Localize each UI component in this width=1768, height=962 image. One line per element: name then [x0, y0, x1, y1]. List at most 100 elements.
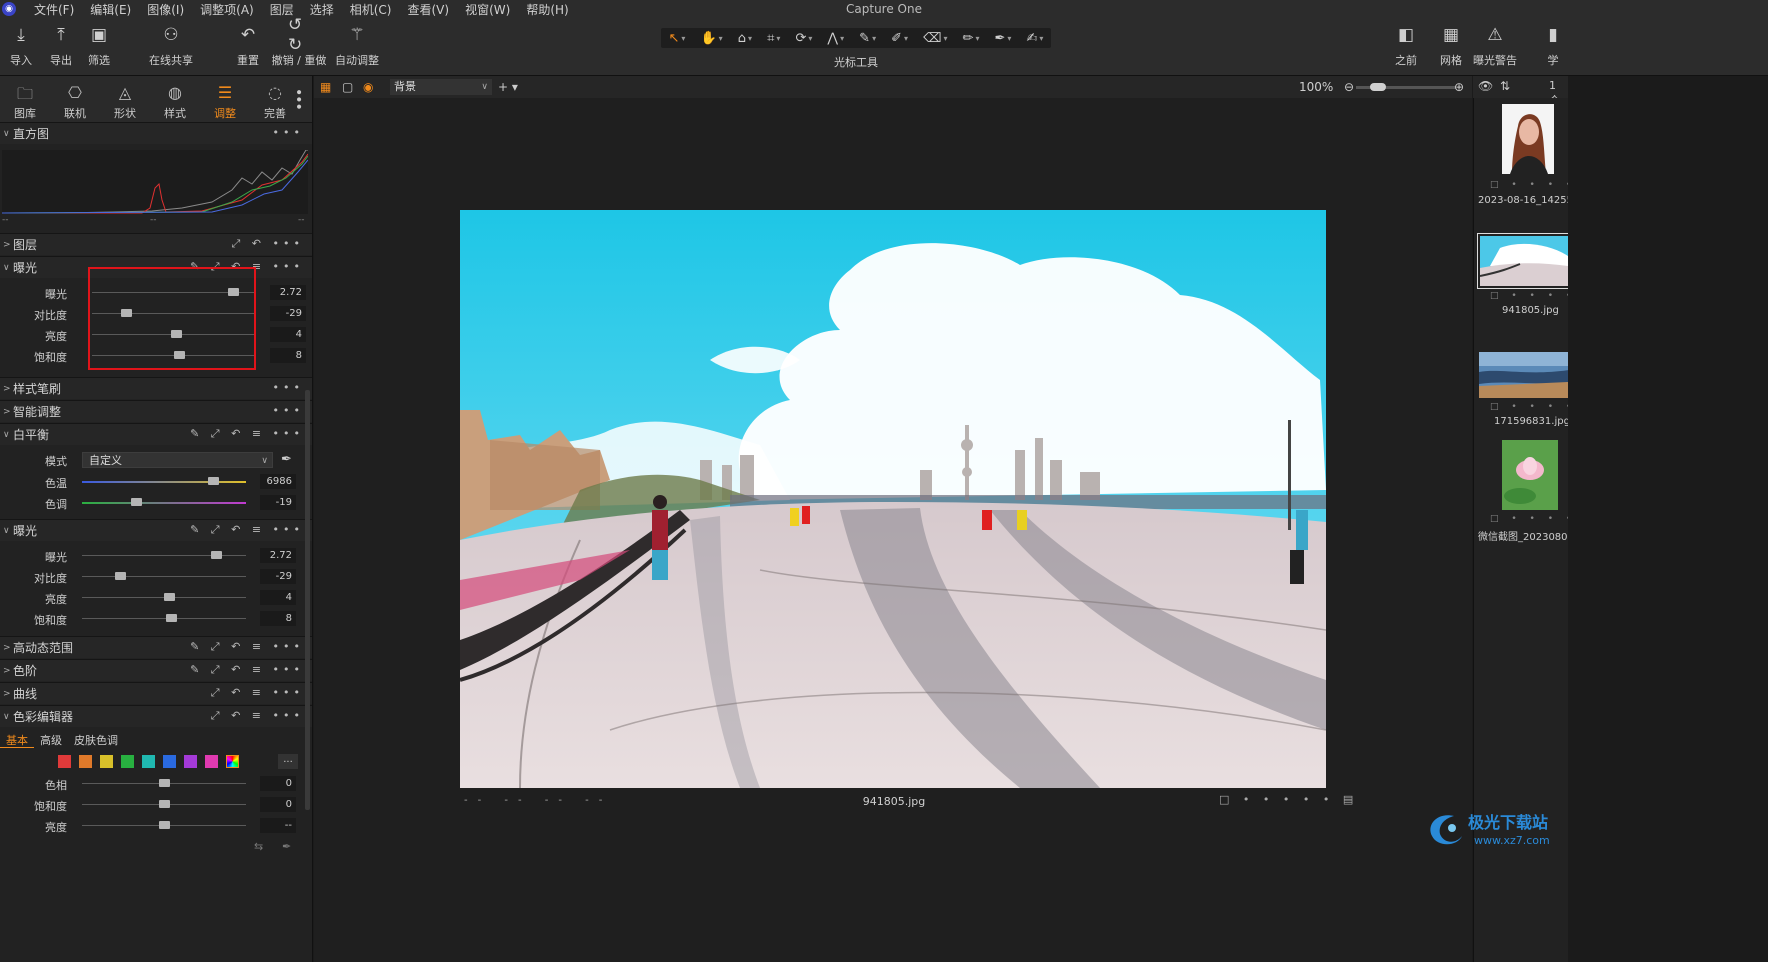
wb-actions-icon[interactable]: ✎ ⤢ ↶ ≡ ••• [190, 427, 304, 441]
tab-tethered[interactable]: ⎔ 联机 [50, 76, 100, 122]
slider-track[interactable] [92, 313, 254, 314]
slider-knob[interactable] [159, 800, 170, 808]
keystone-icon[interactable]: ⋀ ▾ [827, 31, 844, 46]
tab-styles[interactable]: ◍ 样式 [150, 76, 200, 122]
eyedropper-icon[interactable]: ✒ [281, 452, 292, 467]
color-picker-icon[interactable]: ✒ ▾ [995, 31, 1012, 46]
section-white-balance[interactable]: ∨ 白平衡 ✎ ⤢ ↶ ≡ ••• [0, 423, 312, 445]
slider-value-input[interactable]: 8 [260, 611, 296, 626]
slider-value-input[interactable]: -- [260, 818, 296, 833]
section-exposure-bottom[interactable]: ∨ 曝光 ✎ ⤢ ↶ ≡ ••• [0, 519, 312, 541]
before-button[interactable]: ◧ 之前 [1383, 24, 1429, 68]
tab-adjust[interactable]: ☰ 调整 [200, 76, 250, 122]
panel-scrollbar[interactable] [305, 390, 310, 810]
zoom-slider-knob[interactable] [1370, 83, 1386, 91]
viewer-rating[interactable]: □ • • • • • ▤ [1219, 793, 1358, 806]
slider-knob[interactable] [159, 779, 170, 787]
add-layer-icon[interactable]: + ▾ [498, 80, 518, 94]
reset-button[interactable]: ↶ 重置 [225, 24, 271, 68]
color-swatch[interactable] [58, 755, 71, 768]
color-swatch[interactable] [121, 755, 134, 768]
slider-knob[interactable] [131, 498, 143, 506]
eye-icon[interactable]: 👁 [1478, 79, 1493, 93]
filter-button[interactable]: ▣ 筛选 [76, 24, 122, 68]
section-hdr[interactable]: > 高动态范围 ✎ ⤢ ↶ ≡ ••• [0, 636, 312, 658]
eye-view-icon[interactable]: ◉ [363, 80, 373, 94]
menu-adjustments[interactable]: 调整项(A) [192, 1, 262, 18]
slider-value-input[interactable]: 4 [260, 590, 296, 605]
slider-knob[interactable] [171, 330, 183, 338]
section-color-editor[interactable]: ∨ 色彩编辑器 ⤢ ↶ ≡ ••• [0, 705, 312, 727]
curve-actions-icon[interactable]: ⤢ ↶ ≡ ••• [211, 686, 304, 700]
annotate-icon[interactable]: ✍ ▾ [1026, 31, 1043, 46]
color-swatch[interactable] [79, 755, 92, 768]
loupe-icon[interactable]: ⌂ ▾ [738, 31, 752, 46]
slider-knob[interactable] [208, 477, 220, 485]
share-button[interactable]: ⚇ 在线共享 [148, 24, 194, 68]
slider-track[interactable] [92, 355, 254, 356]
tab-advanced[interactable]: 高级 [34, 730, 68, 748]
menu-camera[interactable]: 相机(C) [342, 1, 400, 18]
slider-value-input[interactable]: -29 [260, 569, 296, 584]
learn-button[interactable]: ▮ 学 [1538, 24, 1568, 68]
brush-icon[interactable]: ✐ ▾ [891, 31, 908, 46]
tab-skin-tone[interactable]: 皮肤色调 [68, 730, 124, 748]
menu-image[interactable]: 图像(I) [139, 1, 192, 18]
slider-value-input[interactable]: 0 [260, 776, 296, 791]
tab-lens[interactable]: ◬ 形状 [100, 76, 150, 122]
layers-actions-icon[interactable]: ⤢ ↶ ••• [232, 237, 304, 251]
levels-actions-icon[interactable]: ✎ ⤢ ↶ ≡ ••• [190, 663, 304, 677]
grid-view-icon[interactable]: ▦ [320, 80, 331, 94]
slider-knob[interactable] [165, 614, 177, 622]
section-levels[interactable]: > 色阶 ✎ ⤢ ↶ ≡ ••• [0, 659, 312, 681]
slider-value-input[interactable]: 4 [270, 327, 306, 342]
menu-window[interactable]: 视窗(W) [457, 1, 518, 18]
section-histogram[interactable]: ∨ 直方图 ••• [0, 122, 312, 144]
image-viewer[interactable]: -- -- -- -- 941805.jpg □ • • • • • ▤ [314, 98, 1472, 962]
sort-icon[interactable]: ⇅ [1500, 79, 1510, 93]
slider-knob[interactable] [227, 288, 239, 296]
slider-knob[interactable] [159, 821, 170, 829]
slider-track[interactable] [82, 481, 246, 483]
wb-mode-select[interactable]: 自定义 ∨ [82, 452, 273, 468]
slider-knob[interactable] [163, 593, 175, 601]
tab-basic[interactable]: 基本 [0, 730, 34, 748]
rotate-icon[interactable]: ⟳ ▾ [795, 31, 812, 46]
menu-edit[interactable]: 编辑(E) [82, 1, 139, 18]
spot-remove-icon[interactable]: ✎ ▾ [859, 31, 876, 46]
section-curve[interactable]: > 曲线 ⤢ ↶ ≡ ••• [0, 682, 312, 704]
tab-library[interactable]: 🗀 图库 [0, 76, 50, 122]
color-swatch[interactable] [100, 755, 113, 768]
gradient-mask-icon[interactable]: ✏ ▾ [963, 31, 980, 46]
section-exposure-top[interactable]: ∨ 曝光 ✎ ⤢ ↶ ≡ ••• [0, 256, 312, 278]
menu-file[interactable]: 文件(F) [26, 1, 82, 18]
section-more-icon[interactable]: ••• [273, 404, 304, 417]
zoom-slider[interactable] [1356, 83, 1456, 91]
swatch-more-button[interactable]: ... [278, 754, 298, 769]
slider-value-input[interactable]: -29 [270, 306, 306, 321]
slider-knob[interactable] [211, 551, 223, 559]
slider-value-input[interactable]: -19 [260, 495, 296, 510]
exposure-warning-button[interactable]: ⚠ 曝光警告 [1472, 24, 1518, 68]
single-view-icon[interactable]: ▢ [342, 80, 353, 94]
slider-track[interactable] [82, 618, 246, 619]
slider-value-input[interactable]: 6986 [260, 474, 296, 489]
color-editor-actions-icon[interactable]: ⤢ ↶ ≡ ••• [211, 709, 304, 723]
picker-tool-icon[interactable]: ✒ [282, 840, 291, 853]
slider-knob[interactable] [114, 572, 126, 580]
exposure-actions-icon[interactable]: ✎ ⤢ ↶ ≡ ••• [190, 523, 304, 537]
tabs-more-icon[interactable]: ••• [290, 88, 306, 110]
menu-view[interactable]: 查看(V) [400, 1, 458, 18]
color-swatch[interactable] [184, 755, 197, 768]
slider-value-input[interactable]: 0 [260, 797, 296, 812]
zoom-in-icon[interactable]: ⊕ [1454, 80, 1464, 94]
auto-adjust-button[interactable]: ⚚ 自动调整 [334, 24, 380, 68]
color-swatch[interactable] [163, 755, 176, 768]
slider-track[interactable] [82, 502, 246, 504]
layer-select[interactable]: 背景 ∨ [390, 79, 492, 95]
bottom-tool-icon[interactable]: ⇆ [254, 840, 263, 853]
section-more-icon[interactable]: ••• [273, 381, 304, 394]
color-swatch[interactable] [142, 755, 155, 768]
slider-value-input[interactable]: 2.72 [270, 285, 306, 300]
crop-icon[interactable]: ⌗ ▾ [767, 31, 780, 46]
